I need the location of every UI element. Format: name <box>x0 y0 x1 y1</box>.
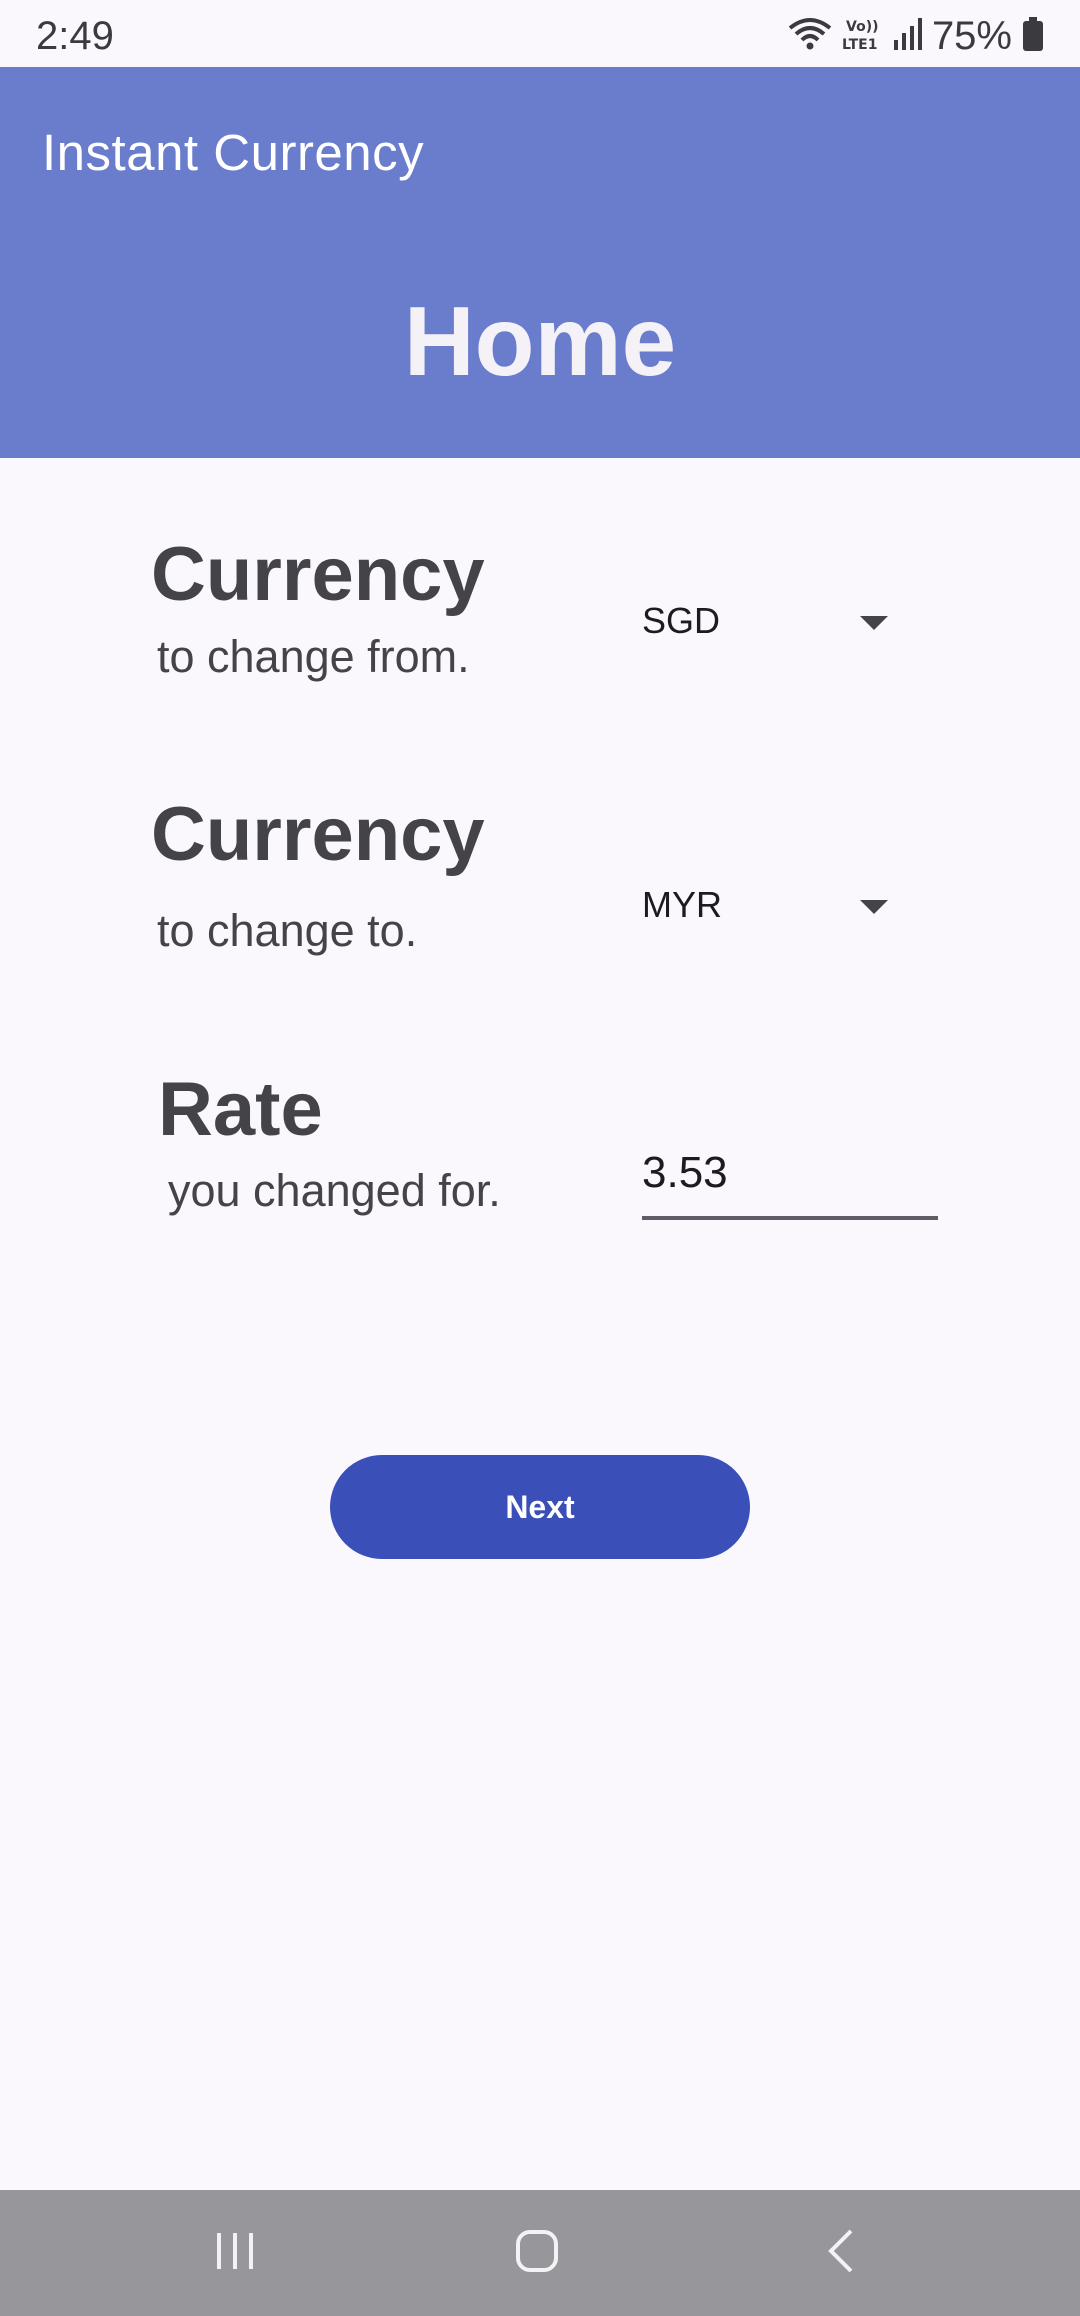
rate-input[interactable] <box>642 1140 938 1220</box>
home-button[interactable] <box>477 2190 597 2316</box>
to-currency-subtext: to change to. <box>157 905 418 956</box>
next-button[interactable]: Next <box>330 1455 750 1559</box>
from-currency-dropdown[interactable]: SGD <box>642 590 902 660</box>
to-currency-value: MYR <box>642 884 722 925</box>
from-currency-value: SGD <box>642 600 721 641</box>
recent-apps-button[interactable] <box>175 2190 295 2316</box>
screen: 2:49 Vo)) LTE1 75% Instant Currency Home… <box>0 0 1080 2316</box>
app-title: Instant Currency <box>42 124 425 181</box>
app-bar: Instant Currency Home <box>0 67 1080 458</box>
from-currency-heading: Currency <box>151 532 485 617</box>
recent-apps-icon <box>213 2229 257 2278</box>
status-time: 2:49 <box>36 14 114 58</box>
signal-icon <box>892 16 922 57</box>
home-icon <box>514 2228 560 2279</box>
back-button[interactable] <box>781 2190 901 2316</box>
dropdown-arrow-icon <box>860 616 888 630</box>
volte-icon: Vo)) LTE1 <box>842 16 882 57</box>
rate-heading: Rate <box>158 1067 323 1152</box>
navigation-bar <box>0 2190 1080 2316</box>
battery-icon <box>1022 16 1044 57</box>
to-currency-heading: Currency <box>151 792 485 877</box>
to-currency-dropdown[interactable]: MYR <box>642 874 902 944</box>
from-currency-subtext: to change from. <box>157 631 470 682</box>
status-bar: 2:49 Vo)) LTE1 75% <box>0 0 1080 67</box>
battery-percent: 75% <box>931 14 1012 58</box>
status-icons: Vo)) LTE1 75% <box>788 14 1044 59</box>
back-icon <box>823 2227 859 2280</box>
rate-subtext: you changed for. <box>168 1165 501 1216</box>
dropdown-arrow-icon <box>860 900 888 914</box>
svg-text:LTE1: LTE1 <box>842 37 877 52</box>
svg-text:Vo)): Vo)) <box>846 19 878 35</box>
page-title: Home <box>403 286 677 396</box>
wifi-icon <box>788 16 832 57</box>
